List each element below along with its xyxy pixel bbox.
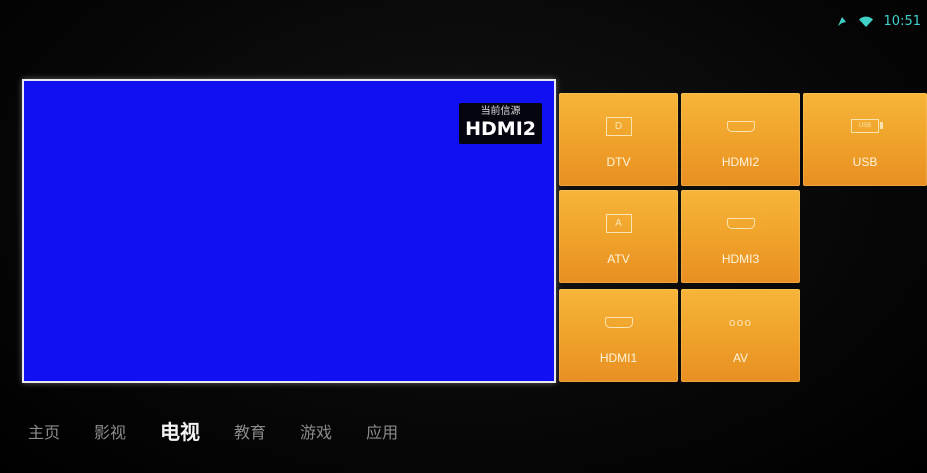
source-tile-atv[interactable]: A ATV [559, 190, 678, 283]
source-tile-hdmi1[interactable]: HDMI1 [559, 289, 678, 382]
source-tile-hdmi2[interactable]: HDMI2 [681, 93, 800, 186]
nav-item-movies[interactable]: 影视 [94, 419, 126, 445]
current-source-value: HDMI2 [465, 118, 536, 140]
nav-item-apps[interactable]: 应用 [366, 419, 398, 445]
current-source-label: 当前信源 HDMI2 [459, 103, 542, 144]
nav-item-games[interactable]: 游戏 [300, 419, 332, 445]
atv-icon: A [605, 213, 633, 233]
tv-home-screen: 10:51 当前信源 HDMI2 D DTV HDMI2 USB USB A A… [0, 0, 927, 473]
hdmi-icon [726, 214, 755, 232]
source-tile-label: USB [852, 155, 878, 169]
wifi-icon [858, 16, 874, 28]
nav-item-home[interactable]: 主页 [28, 419, 60, 445]
source-preview[interactable]: 当前信源 HDMI2 [22, 79, 556, 383]
bottom-nav: 主页 影视 电视 教育 游戏 应用 [28, 419, 432, 445]
source-tile-label: HDMI3 [721, 252, 760, 266]
source-tile-av[interactable]: ooo AV [681, 289, 800, 382]
source-tile-label: DTV [606, 155, 631, 169]
usb-icon: USB [851, 117, 883, 135]
nav-item-education[interactable]: 教育 [234, 419, 266, 445]
status-bar: 10:51 [836, 14, 921, 29]
notification-icon [836, 16, 848, 28]
nav-item-tv[interactable]: 电视 [160, 416, 200, 445]
source-tile-label: HDMI2 [721, 155, 760, 169]
source-tile-usb[interactable]: USB USB [803, 93, 927, 186]
clock: 10:51 [883, 14, 921, 29]
source-tile-dtv[interactable]: D DTV [559, 93, 678, 186]
source-tile-hdmi3[interactable]: HDMI3 [681, 190, 800, 283]
hdmi-icon [726, 117, 755, 135]
source-tile-label: AV [732, 351, 749, 365]
hdmi-icon [604, 313, 633, 331]
dtv-icon: D [605, 116, 633, 136]
source-tile-label: ATV [607, 252, 630, 266]
source-tile-label: HDMI1 [599, 351, 638, 365]
current-source-caption: 当前信源 [480, 106, 521, 117]
av-icon: ooo [728, 315, 753, 329]
